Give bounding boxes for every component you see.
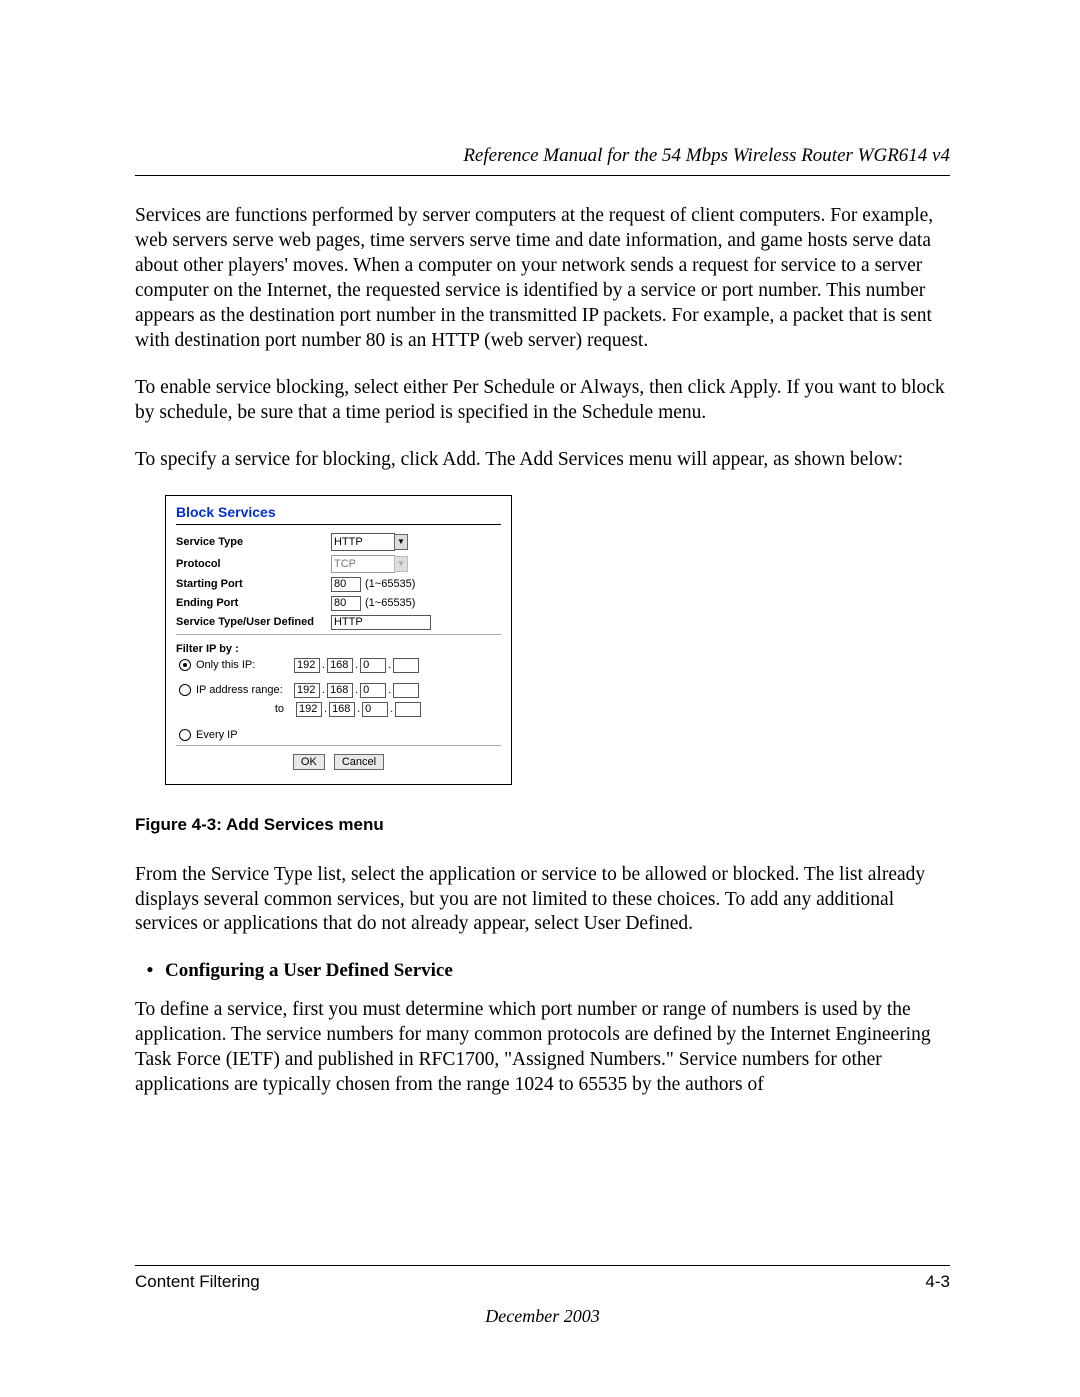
paragraph-enable-blocking: To enable service blocking, select eithe… [135,376,950,426]
ok-button[interactable]: OK [293,754,325,770]
dropdown-arrow-icon: ▼ [394,556,408,572]
label-user-defined: Service Type/User Defined [176,616,331,628]
ip-octet[interactable]: 168 [327,658,353,673]
label-ending-port: Ending Port [176,597,331,609]
ip-octet[interactable] [393,683,419,698]
footer-date: December 2003 [135,1306,950,1327]
ip-octet[interactable] [395,702,421,717]
ip-octet[interactable]: 168 [329,702,355,717]
header-rule [135,175,950,176]
ip-octet[interactable]: 192 [296,702,322,717]
ip-input-range-from: 192. 168. 0. [294,683,419,698]
hint-ending-port: (1~65535) [365,597,415,609]
ip-octet[interactable]: 0 [360,658,386,673]
ip-octet[interactable]: 0 [360,683,386,698]
ip-input-range-to: 192. 168. 0. [296,702,421,717]
paragraph-services: Services are functions performed by serv… [135,204,950,354]
footer-rule [135,1265,950,1266]
hint-starting-port: (1~65535) [365,578,415,590]
bullet-heading: •Configuring a User Defined Service [135,959,950,983]
dropdown-arrow-icon[interactable]: ▼ [394,534,408,550]
input-user-defined[interactable]: HTTP [331,615,431,630]
label-filter-ip-by: Filter IP by : [176,643,501,655]
figure-caption: Figure 4-3: Add Services menu [135,815,950,835]
panel-divider [176,524,501,525]
paragraph-define-service: To define a service, first you must dete… [135,998,950,1098]
label-ip-range: IP address range: [196,684,294,696]
ip-octet[interactable]: 0 [362,702,388,717]
block-services-panel: Block Services Service Type HTTP▼ Protoc… [165,495,512,785]
select-protocol: TCP [331,555,395,573]
footer-section: Content Filtering [135,1272,260,1292]
cancel-button[interactable]: Cancel [334,754,384,770]
label-to: to [176,703,288,715]
input-ending-port[interactable]: 80 [331,596,361,611]
ip-octet[interactable]: 192 [294,683,320,698]
label-protocol: Protocol [176,558,331,570]
panel-divider [176,745,501,746]
label-only-this-ip: Only this IP: [196,659,294,671]
running-header: Reference Manual for the 54 Mbps Wireles… [135,145,950,167]
input-starting-port[interactable]: 80 [331,577,361,592]
radio-only-this-ip[interactable] [179,659,191,671]
ip-octet[interactable] [393,658,419,673]
figure-block-services: Block Services Service Type HTTP▼ Protoc… [135,495,950,835]
label-every-ip: Every IP [196,729,294,741]
paragraph-specify-service: To specify a service for blocking, click… [135,448,950,473]
paragraph-from-list: From the Service Type list, select the a… [135,863,950,938]
radio-every-ip[interactable] [179,729,191,741]
ip-octet[interactable]: 192 [294,658,320,673]
panel-divider [176,634,501,635]
radio-ip-range[interactable] [179,684,191,696]
ip-octet[interactable]: 168 [327,683,353,698]
page-footer: Content Filtering 4-3 December 2003 [135,1265,950,1327]
label-starting-port: Starting Port [176,578,331,590]
footer-page-number: 4-3 [925,1272,950,1292]
label-service-type: Service Type [176,536,331,548]
ip-input-only: 192. 168. 0. [294,658,419,673]
panel-title: Block Services [176,504,501,520]
select-service-type[interactable]: HTTP [331,533,395,551]
